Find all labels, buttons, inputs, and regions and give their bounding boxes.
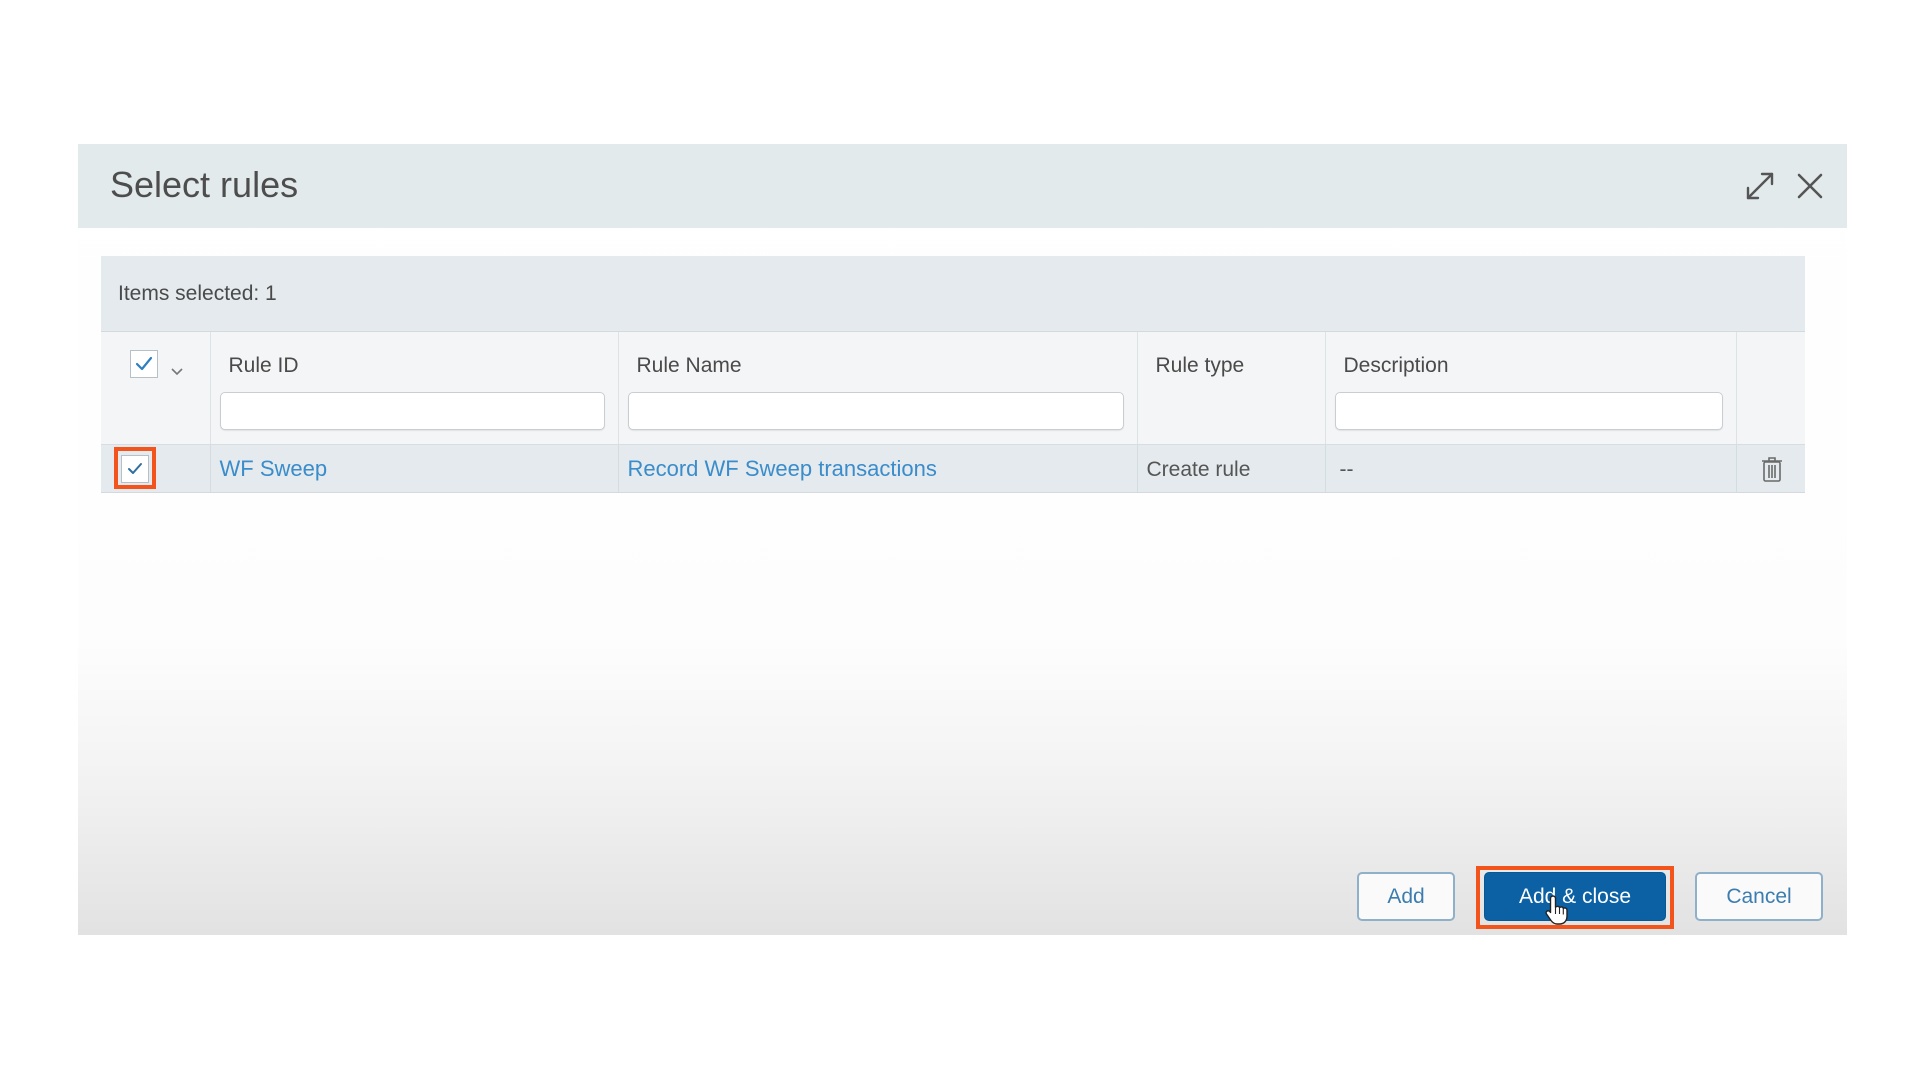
column-label: Rule ID: [228, 354, 299, 377]
rule-type-value: Create rule: [1146, 457, 1251, 481]
add-button[interactable]: Add: [1357, 872, 1455, 921]
rule-name-link[interactable]: Record WF Sweep transactions: [628, 456, 937, 481]
description-filter-input[interactable]: [1334, 392, 1723, 430]
row-checkbox[interactable]: [121, 454, 149, 483]
items-selected-bar: Items selected: 1: [101, 256, 1805, 332]
actions-cell: [1736, 444, 1805, 493]
rule-type-cell: Create rule: [1137, 444, 1326, 493]
column-header-rule-type: Rule type: [1137, 332, 1326, 445]
dialog-title: Select rules: [110, 164, 299, 205]
column-label: Description: [1343, 354, 1449, 377]
dialog-header: Select rules: [78, 144, 1847, 228]
items-selected-label: Items selected: 1: [118, 281, 277, 305]
select-all-checkbox[interactable]: [130, 350, 158, 378]
rule-name-cell: Record WF Sweep transactions: [618, 444, 1138, 493]
column-label: Rule Name: [636, 354, 742, 377]
chevron-down-icon[interactable]: [170, 359, 184, 376]
add-and-close-button[interactable]: Add & close: [1484, 872, 1666, 921]
column-header-description: Description: [1325, 332, 1737, 445]
rule-name-filter-input[interactable]: [627, 392, 1124, 430]
trash-icon[interactable]: [1761, 455, 1783, 483]
rule-id-filter-input[interactable]: [219, 392, 605, 430]
select-rules-dialog: Select rules Items selected: 1 Rule ID R…: [78, 144, 1847, 935]
column-label: Rule type: [1155, 354, 1245, 377]
rules-table: Rule ID Rule Name Rule type Description: [101, 332, 1805, 493]
column-header-rule-name: Rule Name: [618, 332, 1138, 445]
actions-column-header: [1736, 332, 1805, 445]
table-header-row: Rule ID Rule Name Rule type Description: [101, 332, 1805, 445]
rule-id-cell: WF Sweep: [210, 444, 619, 493]
row-select-cell: [101, 444, 211, 493]
table-row: WF Sweep Record WF Sweep transactions Cr…: [101, 444, 1805, 493]
rule-id-link[interactable]: WF Sweep: [220, 456, 328, 481]
rules-panel: Items selected: 1 Rule ID Rule Name Rule…: [101, 256, 1805, 493]
column-header-rule-id: Rule ID: [210, 332, 619, 445]
description-value: --: [1339, 457, 1354, 481]
description-cell: --: [1325, 444, 1737, 493]
expand-icon[interactable]: [1740, 166, 1780, 206]
select-column-header: [101, 332, 211, 445]
close-icon[interactable]: [1790, 166, 1830, 206]
cancel-button[interactable]: Cancel: [1695, 872, 1823, 921]
